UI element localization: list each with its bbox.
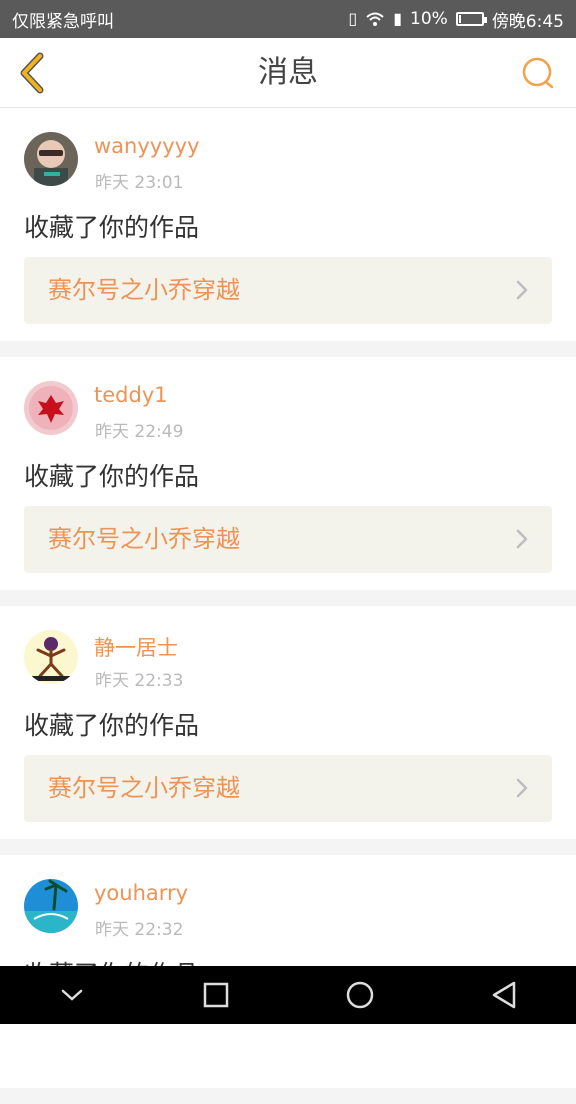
chevron-down-icon	[61, 989, 83, 1001]
work-title: 赛尔号之小乔穿越	[48, 774, 240, 802]
message-time: 昨天 22:33	[95, 671, 184, 691]
avatar[interactable]	[24, 879, 78, 933]
clock: 傍晚6:45	[491, 11, 564, 32]
message-text: 收藏了你的作品	[24, 711, 200, 740]
avatar[interactable]	[24, 132, 78, 186]
status-icons: ▯ ▮ 10% 傍晚6:45	[348, 7, 564, 32]
message-card: teddy1 昨天 22:49 收藏了你的作品 赛尔号之小乔穿越	[0, 357, 576, 590]
chevron-right-icon	[516, 280, 528, 300]
avatar[interactable]	[24, 381, 78, 435]
recent-apps-button[interactable]	[196, 975, 236, 1015]
alert-sim-icon: ▮	[393, 9, 403, 28]
triangle-back-icon	[492, 981, 516, 1009]
message-time: 昨天 23:01	[95, 173, 184, 193]
chevron-right-icon	[516, 529, 528, 549]
avatar[interactable]	[24, 630, 78, 684]
page-title: 消息	[258, 55, 318, 90]
username[interactable]: wanyyyyy	[94, 134, 200, 158]
work-title: 赛尔号之小乔穿越	[48, 525, 240, 553]
wifi-icon	[366, 12, 384, 26]
message-time: 昨天 22:32	[95, 920, 184, 940]
vibrate-icon: ▯	[348, 9, 358, 28]
search-icon[interactable]	[520, 55, 556, 91]
chevron-right-icon	[516, 778, 528, 798]
system-navbar	[0, 966, 576, 1024]
message-card: wanyyyyy 昨天 23:01 收藏了你的作品 赛尔号之小乔穿越	[0, 108, 576, 341]
circle-icon	[346, 981, 374, 1009]
message-card: 静一居士 昨天 22:33 收藏了你的作品 赛尔号之小乔穿越	[0, 606, 576, 839]
work-title: 赛尔号之小乔穿越	[48, 276, 240, 304]
username[interactable]: teddy1	[94, 383, 168, 407]
square-icon	[203, 982, 229, 1008]
username[interactable]: 静一居士	[94, 632, 178, 662]
message-text: 收藏了你的作品	[24, 462, 200, 491]
work-link[interactable]: 赛尔号之小乔穿越	[24, 755, 552, 822]
username[interactable]: youharry	[94, 881, 188, 905]
message-text: 收藏了你的作品	[24, 213, 200, 242]
back-button[interactable]	[484, 975, 524, 1015]
work-link[interactable]: 赛尔号之小乔穿越	[24, 506, 552, 573]
message-list: wanyyyyy 昨天 23:01 收藏了你的作品 赛尔号之小乔穿越 teddy…	[0, 108, 576, 1104]
battery-percent: 10%	[410, 9, 448, 29]
status-bar: 仅限紧急呼叫 ▯ ▮ 10% 傍晚6:45	[0, 0, 576, 38]
home-button[interactable]	[340, 975, 380, 1015]
top-navbar: 消息	[0, 38, 576, 108]
carrier-text: 仅限紧急呼叫	[12, 11, 114, 32]
notification-pull-button[interactable]	[52, 975, 92, 1015]
work-link[interactable]: 赛尔号之小乔穿越	[24, 257, 552, 324]
battery-icon	[455, 12, 487, 26]
message-time: 昨天 22:49	[95, 422, 184, 442]
